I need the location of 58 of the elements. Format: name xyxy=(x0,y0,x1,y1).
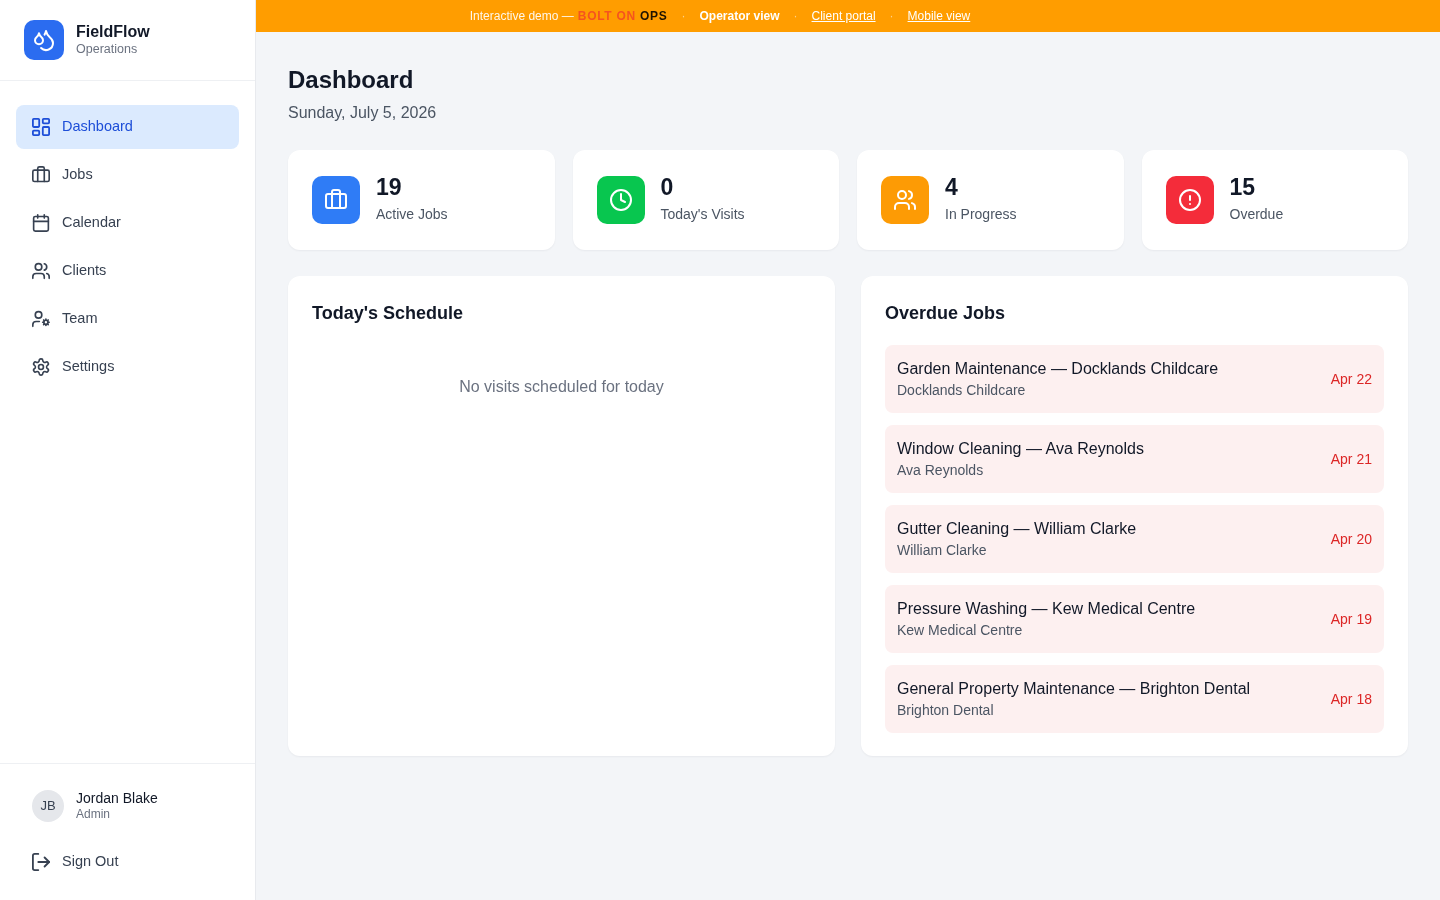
user-name: Jordan Blake xyxy=(76,789,158,808)
user-gear-icon xyxy=(32,310,50,328)
users-icon xyxy=(32,262,50,280)
separator-dot: · xyxy=(889,8,894,25)
separator-dot: · xyxy=(681,8,686,25)
page-title: Dashboard xyxy=(288,66,415,95)
sidebar-nav-item[interactable]: Settings xyxy=(16,345,239,389)
job-due-date: Apr 21 xyxy=(1330,449,1372,469)
job-client: Ava Reynolds xyxy=(897,461,985,480)
dashboard-grid-icon xyxy=(32,118,50,136)
sidebar-nav-item[interactable]: Jobs xyxy=(16,153,239,197)
overdue-job-item[interactable]: Pressure Washing — Kew Medical Centre Kew Medical Centre Apr 19 xyxy=(885,585,1384,654)
stat-value: 15 xyxy=(1229,174,1257,200)
job-title: Garden Maintenance — Docklands Childcare xyxy=(897,358,1219,379)
overdue-job-item[interactable]: Gutter Cleaning — William Clarke William Clarke Apr 20 xyxy=(885,505,1384,574)
stat-label: Overdue xyxy=(1229,204,1284,224)
card-title: Today's Schedule xyxy=(312,301,464,325)
job-client: Brighton Dental xyxy=(897,701,995,720)
job-due-date: Apr 20 xyxy=(1330,529,1372,549)
settings-gear-icon xyxy=(32,358,50,376)
user-avatar: JB xyxy=(32,790,64,822)
overdue-job-item[interactable]: General Property Maintenance — Brighton Dental Brighton Dental Apr 18 xyxy=(885,665,1384,734)
stat-label: Active Jobs xyxy=(376,204,448,224)
stat-value: 0 xyxy=(660,174,675,200)
overdue-job-item[interactable]: Garden Maintenance — Docklands Childcare Docklands Childcare Apr 22 xyxy=(885,345,1384,414)
logo-droplets-icon xyxy=(24,20,64,60)
job-title: Window Cleaning — Ava Reynolds xyxy=(897,438,1144,459)
sidebar-nav-item[interactable]: Dashboard xyxy=(16,105,239,149)
stat-label: In Progress xyxy=(945,204,1017,224)
overdue-job-item[interactable]: Window Cleaning — Ava Reynolds Ava Reynolds Apr 21 xyxy=(885,425,1384,494)
sign-out-link[interactable]: Sign Out xyxy=(16,840,239,884)
card-title: Overdue Jobs xyxy=(885,301,1007,325)
sign-out-icon xyxy=(32,853,50,871)
user-role: Admin xyxy=(76,807,111,823)
job-due-date: Apr 22 xyxy=(1330,369,1372,389)
stat-value: 4 xyxy=(945,174,959,200)
empty-state-message: No visits scheduled for today xyxy=(458,377,665,398)
sidebar-nav-item[interactable]: Team xyxy=(16,297,239,341)
stat-label: Today's Visits xyxy=(660,204,745,224)
job-due-date: Apr 18 xyxy=(1330,689,1372,709)
banner-intro-text: Interactive demo — xyxy=(469,8,574,25)
briefcase-icon xyxy=(32,166,50,184)
separator-dot: · xyxy=(793,8,798,25)
sidebar-nav-item[interactable]: Calendar xyxy=(16,201,239,245)
job-client: Kew Medical Centre xyxy=(897,621,1024,640)
app-subtitle: Operations xyxy=(76,41,139,58)
job-title: Pressure Washing — Kew Medical Centre xyxy=(897,598,1196,619)
sidebar-nav-item[interactable]: Clients xyxy=(16,249,239,293)
job-client: William Clarke xyxy=(897,541,988,560)
job-title: General Property Maintenance — Brighton Dental xyxy=(897,678,1251,699)
stat-value: 19 xyxy=(376,174,403,200)
job-due-date: Apr 19 xyxy=(1330,609,1372,629)
calendar-icon xyxy=(32,214,50,232)
brand-wordmark: BOLT ON OPS xyxy=(577,8,668,25)
app-name: FieldFlow xyxy=(76,22,150,42)
job-client: Docklands Childcare xyxy=(897,381,1027,400)
job-title: Gutter Cleaning — William Clarke xyxy=(897,518,1137,539)
page-date: Sunday, July 5, 2026 xyxy=(288,102,438,123)
